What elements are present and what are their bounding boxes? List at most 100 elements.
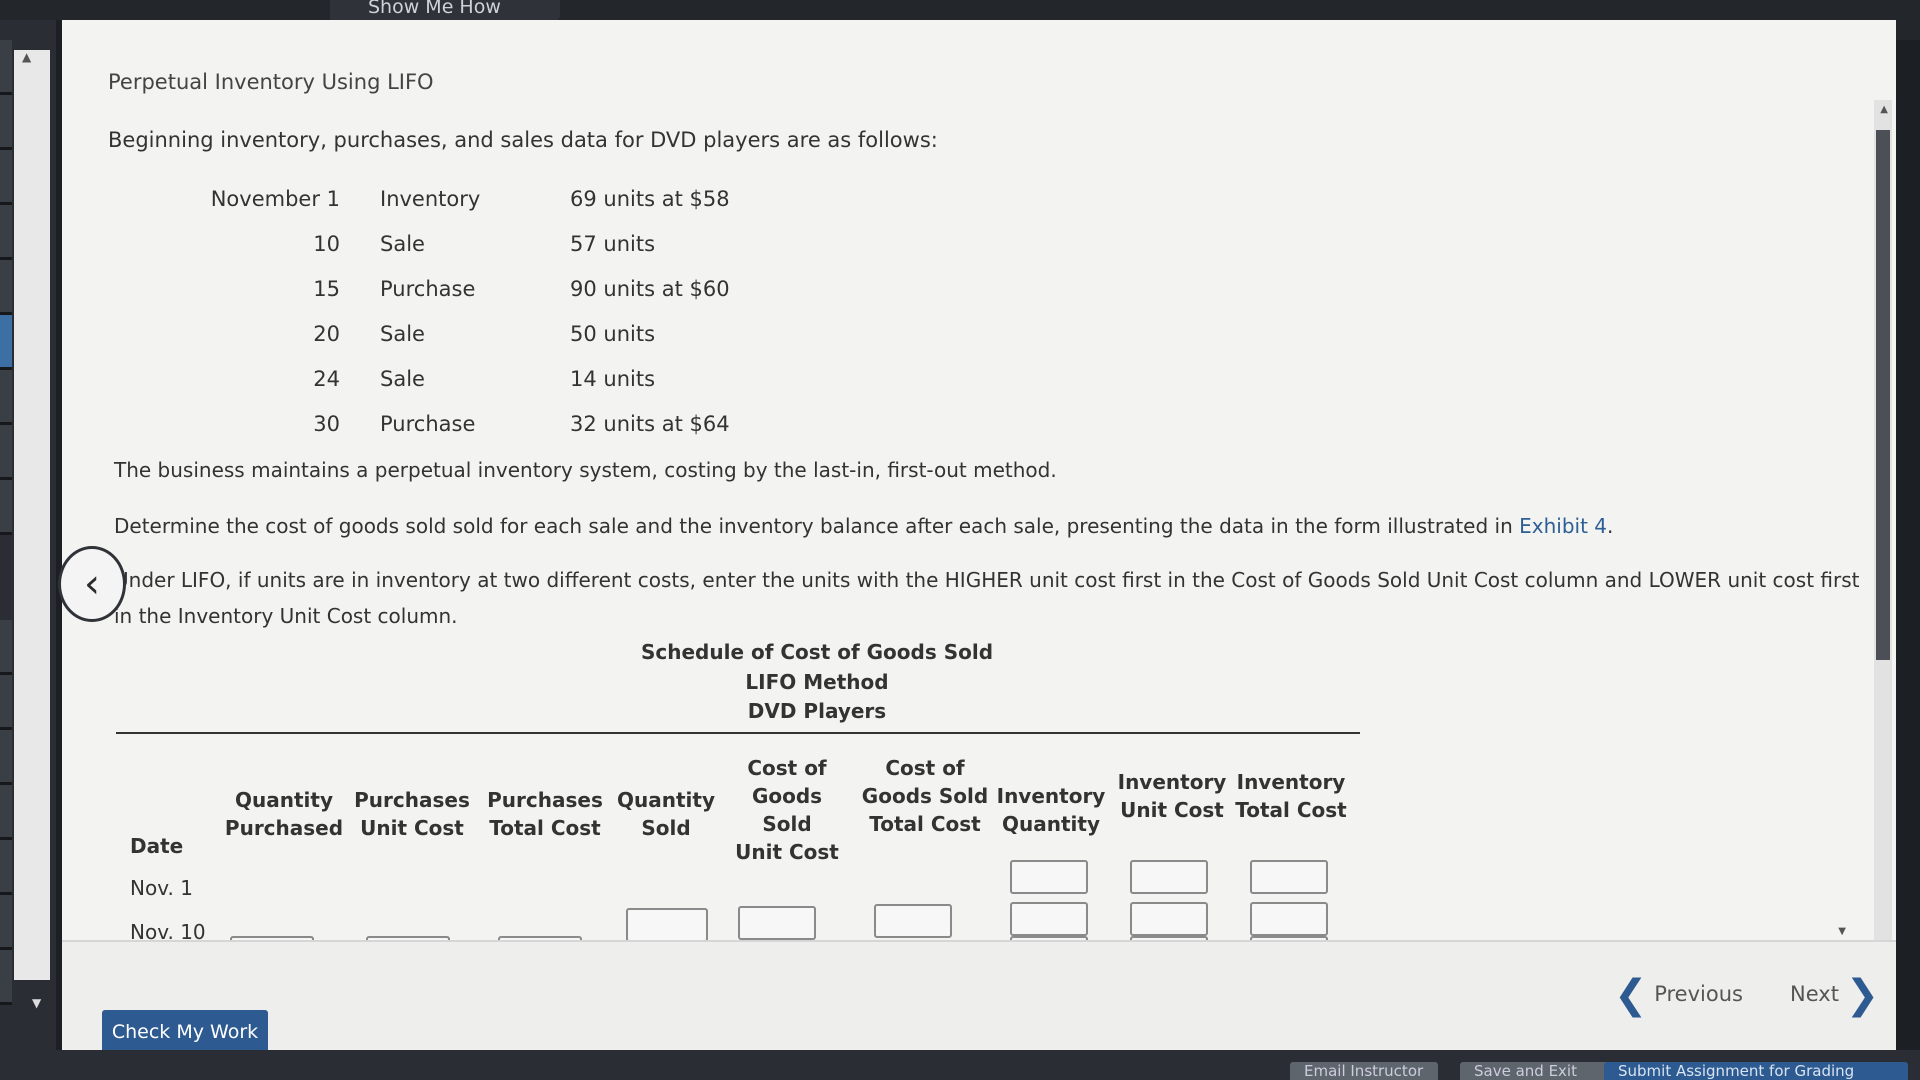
rail-item[interactable]	[0, 675, 12, 730]
rail-item[interactable]	[0, 40, 12, 95]
scrollbar-thumb[interactable]	[1876, 130, 1890, 660]
data-desc: 32 units at $64	[570, 411, 730, 436]
email-instructor-button[interactable]: Email Instructor	[1290, 1062, 1438, 1080]
data-type: Sale	[380, 231, 425, 256]
problem-title: Perpetual Inventory Using LIFO	[108, 70, 434, 94]
chevron-left-icon: ‹	[84, 561, 100, 607]
data-date: November 1	[210, 186, 340, 211]
header-purchases-total-cost: Purchases Total Cost	[482, 786, 608, 842]
header-line: Quantity	[235, 788, 333, 812]
data-type: Sale	[380, 366, 425, 391]
rail-item[interactable]	[0, 205, 12, 260]
content-scrollbar[interactable]	[1874, 100, 1892, 940]
instruction-text: Determine the cost of goods sold sold fo…	[114, 514, 1520, 538]
data-desc: 90 units at $60	[570, 276, 730, 301]
data-desc: 14 units	[570, 366, 656, 391]
row-date-nov-10: Nov. 10	[130, 920, 206, 940]
schedule-method: LIFO Method	[745, 670, 889, 694]
data-row: 30 Purchase 32 units at $64	[202, 401, 830, 446]
header-line: Purchases	[487, 788, 603, 812]
data-date: 20	[313, 321, 340, 346]
data-type: Purchase	[380, 411, 476, 436]
save-and-exit-button[interactable]: Save and Exit	[1460, 1062, 1614, 1080]
data-desc: 69 units at $58	[570, 186, 730, 211]
data-date: 30	[313, 411, 340, 436]
nov10-inventory-unit-cost-input[interactable]	[1130, 902, 1208, 936]
scroll-up-icon[interactable]: ▲	[1880, 104, 1888, 115]
question-panel: Perpetual Inventory Using LIFO Beginning…	[56, 20, 1896, 1054]
data-row: 24 Sale 14 units	[202, 356, 830, 401]
header-line: Inventory	[1117, 770, 1227, 794]
data-type: Purchase	[380, 276, 476, 301]
submit-assignment-button[interactable]: Submit Assignment for Grading	[1604, 1062, 1908, 1080]
check-my-work-button[interactable]: Check My Work	[102, 1010, 268, 1054]
show-me-how-tab[interactable]: Show Me How	[330, 0, 560, 20]
previous-label: Previous	[1654, 982, 1743, 1006]
header-line: Goods Sold	[861, 784, 989, 808]
rail-item[interactable]	[0, 480, 12, 535]
header-line: Purchases	[354, 788, 470, 812]
rail-item[interactable]	[0, 730, 12, 785]
header-quantity-sold: Quantity Sold	[614, 786, 718, 842]
header-line: Total Cost	[869, 812, 981, 836]
nov1-inventory-quantity-input[interactable]	[1010, 860, 1088, 894]
header-line: Inventory	[996, 784, 1106, 808]
rail-item[interactable]	[0, 620, 12, 675]
header-line: Unit Cost	[1120, 798, 1224, 822]
rail-item[interactable]	[0, 895, 12, 950]
rail-item[interactable]	[0, 150, 12, 205]
data-row: 10 Sale 57 units	[202, 221, 830, 266]
header-line: Unit Cost	[360, 816, 464, 840]
header-line: Total Cost	[489, 816, 601, 840]
rail-item[interactable]	[0, 370, 12, 425]
data-type: Inventory	[380, 186, 481, 211]
rail-item[interactable]	[0, 260, 12, 315]
question-content: Perpetual Inventory Using LIFO Beginning…	[62, 20, 1894, 940]
chevron-left-icon: ❮	[1614, 972, 1648, 1018]
header-purchases-unit-cost: Purchases Unit Cost	[350, 786, 474, 842]
collapse-panel-button[interactable]: ‹	[58, 546, 126, 622]
header-line: Quantity	[617, 788, 715, 812]
chevron-right-icon: ❯	[1845, 972, 1880, 1018]
header-line: Quantity	[1002, 812, 1100, 836]
header-inventory-total-cost: Inventory Total Cost	[1234, 768, 1348, 824]
question-footer: Check My Work ❮ Previous Next ❯	[62, 940, 1896, 1054]
rail-item[interactable]	[0, 95, 12, 150]
rail-scrollbar[interactable]	[14, 50, 50, 980]
bottom-bar: Email Instructor Save and Exit Submit As…	[0, 1050, 1920, 1080]
nov1-inventory-unit-cost-input[interactable]	[1130, 860, 1208, 894]
rail-item[interactable]	[0, 785, 12, 840]
scroll-down-icon[interactable]: ▼	[1838, 926, 1846, 937]
header-inventory-quantity: Inventory Quantity	[996, 782, 1106, 838]
nov10-cogs-total-cost-input[interactable]	[874, 904, 952, 938]
nov10-quantity-sold-input[interactable]	[626, 908, 708, 940]
rail-item-active[interactable]	[0, 315, 12, 370]
header-line: Goods Sold	[751, 784, 823, 836]
data-date: 10	[313, 231, 340, 256]
header-cogs-unit-cost: Cost of Goods Sold Unit Cost	[724, 754, 850, 866]
next-button[interactable]: Next ❯	[1790, 972, 1879, 1018]
data-row: 15 Purchase 90 units at $60	[202, 266, 830, 311]
header-line: Purchased	[224, 816, 344, 840]
data-row: November 1 Inventory 69 units at $58	[202, 176, 830, 221]
exhibit-link[interactable]: Exhibit 4	[1519, 514, 1607, 538]
header-line: Cost of	[885, 756, 965, 780]
nov10-cogs-unit-cost-input[interactable]	[738, 906, 816, 940]
data-row: 20 Sale 50 units	[202, 311, 830, 356]
scroll-up-icon[interactable]: ▲	[22, 50, 31, 64]
rail-item[interactable]	[0, 840, 12, 895]
inventory-data-table: November 1 Inventory 69 units at $58 10 …	[202, 176, 830, 446]
nov1-inventory-total-cost-input[interactable]	[1250, 860, 1328, 894]
header-line: Total Cost	[1235, 798, 1347, 822]
header-quantity-purchased: Quantity Purchased	[224, 786, 344, 842]
schedule-product: DVD Players	[747, 699, 887, 723]
rail-item[interactable]	[0, 950, 12, 1005]
instruction-period: .	[1607, 514, 1614, 538]
rail-item[interactable]	[0, 425, 12, 480]
scroll-down-icon[interactable]: ▼	[32, 996, 41, 1010]
nov10-inventory-total-cost-input[interactable]	[1250, 902, 1328, 936]
header-line: Unit Cost	[735, 840, 839, 864]
previous-button[interactable]: ❮ Previous	[1614, 972, 1743, 1018]
header-inventory-unit-cost: Inventory Unit Cost	[1116, 768, 1228, 824]
nov10-inventory-quantity-input[interactable]	[1010, 902, 1088, 936]
